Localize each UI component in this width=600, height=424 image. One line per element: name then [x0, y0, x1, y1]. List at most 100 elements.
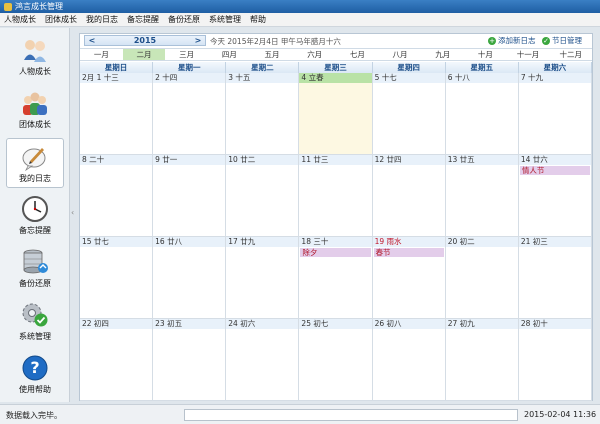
sidebar-item-my-diary[interactable]: 我的日志 [6, 138, 64, 188]
weekday-label: 星期二 [226, 62, 300, 73]
menu-bar: 人物成长 团体成长 我的日志 备忘提醒 备份还原 系统管理 帮助 [0, 13, 600, 27]
database-icon [20, 248, 50, 276]
month-tabs: 一月 二月 三月 四月 五月 六月 七月 八月 九月 十月 十一月 十二月 [80, 48, 592, 61]
weekday-label: 星期五 [445, 62, 519, 73]
day-cell[interactable]: 8 二十 [80, 155, 154, 237]
day-number: 24 初六 [226, 319, 299, 329]
help-icon: ? [20, 354, 50, 382]
day-number: 17 廿九 [226, 237, 299, 247]
sidebar-item-person-growth[interactable]: 人物成长 [6, 32, 64, 82]
holiday-manage-button[interactable]: ✓ 节日管理 [542, 35, 582, 46]
add-log-label: 添加新日志 [498, 36, 536, 45]
year-selector: < 2015 > [84, 35, 206, 46]
day-cell[interactable]: 2 十四 [153, 73, 227, 155]
year-value: 2015 [133, 36, 157, 45]
menu-system[interactable]: 系统管理 [209, 14, 241, 25]
day-cell[interactable]: 3 十五 [226, 73, 300, 155]
day-number: 9 廿一 [153, 155, 226, 165]
day-number: 5 十七 [372, 73, 445, 83]
month-tab[interactable]: 四月 [208, 49, 251, 60]
month-tab[interactable]: 二月 [122, 49, 166, 60]
day-cell[interactable]: 19 雨水 春节 [372, 237, 446, 319]
next-year-button[interactable]: > [191, 36, 205, 45]
day-number: 12 廿四 [372, 155, 445, 165]
day-number: 20 初二 [445, 237, 518, 247]
day-number: 11 廿三 [299, 155, 372, 165]
sidebar-item-help[interactable]: ? 使用帮助 [6, 350, 64, 400]
day-cell[interactable]: 28 初十 [518, 319, 592, 401]
day-cell[interactable]: 12 廿四 [372, 155, 446, 237]
menu-my-diary[interactable]: 我的日志 [86, 14, 118, 25]
day-cell[interactable]: 27 初九 [445, 319, 519, 401]
day-number: 10 廿二 [226, 155, 299, 165]
day-cell[interactable]: 7 十九 [518, 73, 592, 155]
day-cell[interactable]: 13 廿五 [445, 155, 519, 237]
day-cell[interactable]: 24 初六 [226, 319, 300, 401]
month-tab[interactable]: 十二月 [549, 49, 592, 60]
sidebar-item-system[interactable]: 系统管理 [6, 297, 64, 347]
menu-help[interactable]: 帮助 [250, 14, 266, 25]
day-number: 6 十八 [445, 73, 518, 83]
collapse-sidebar-handle[interactable]: ‹ [71, 208, 77, 220]
prev-year-button[interactable]: < [85, 36, 99, 45]
status-bar: 数据载入完毕。 2015-02-04 11:36 [0, 404, 600, 424]
day-number: 25 初七 [299, 319, 372, 329]
group-icon [20, 89, 50, 117]
weekday-header: 星期日 星期一 星期二 星期三 星期四 星期五 星期六 [80, 62, 592, 73]
day-number: 15 廿七 [80, 237, 153, 247]
calendar: < 2015 > 今天 2015年2月4日 甲午马年腊月十六 + 添加新日志 ✓… [79, 33, 593, 401]
menu-person-growth[interactable]: 人物成长 [4, 14, 36, 25]
menu-reminder[interactable]: 备忘提醒 [127, 14, 159, 25]
day-cell[interactable]: 21 初三 [518, 237, 592, 319]
month-tab[interactable]: 五月 [251, 49, 294, 60]
day-cell[interactable]: 23 初五 [153, 319, 227, 401]
add-log-button[interactable]: + 添加新日志 [488, 35, 536, 46]
day-number: 21 初三 [518, 237, 591, 247]
calendar-toolbar: < 2015 > 今天 2015年2月4日 甲午马年腊月十六 + 添加新日志 ✓… [80, 34, 592, 47]
day-cell[interactable]: 16 廿八 [153, 237, 227, 319]
day-cell[interactable]: 11 廿三 [299, 155, 373, 237]
day-number: 23 初五 [153, 319, 226, 329]
day-cell[interactable]: 5 十七 [372, 73, 446, 155]
status-progress-box [184, 409, 518, 421]
day-cell[interactable]: 14 廿六 情人节 [518, 155, 592, 237]
app-icon [4, 2, 12, 11]
day-cell[interactable]: 20 初二 [445, 237, 519, 319]
month-tab[interactable]: 一月 [80, 49, 123, 60]
sidebar-item-label: 人物成长 [19, 67, 51, 76]
month-tab[interactable]: 十一月 [507, 49, 550, 60]
day-cell[interactable]: 18 三十 除夕 [299, 237, 373, 319]
menu-backup[interactable]: 备份还原 [168, 14, 200, 25]
sidebar-item-group-growth[interactable]: 团体成长 [6, 85, 64, 135]
sidebar-item-backup[interactable]: 备份还原 [6, 244, 64, 294]
month-tab[interactable]: 三月 [165, 49, 208, 60]
diary-icon [20, 143, 50, 172]
sidebar-item-reminder[interactable]: 备忘提醒 [6, 191, 64, 241]
day-cell[interactable]: 6 十八 [445, 73, 519, 155]
menu-group-growth[interactable]: 团体成长 [45, 14, 77, 25]
day-number: 7 十九 [518, 73, 591, 83]
holiday-event[interactable]: 情人节 [519, 166, 590, 175]
month-tab[interactable]: 十月 [464, 49, 507, 60]
day-cell[interactable]: 10 廿二 [226, 155, 300, 237]
month-tab[interactable]: 九月 [421, 49, 464, 60]
month-tab[interactable]: 六月 [293, 49, 336, 60]
day-cell[interactable]: 22 初四 [80, 319, 154, 401]
today-label: 今天 2015年2月4日 甲午马年腊月十六 [210, 37, 341, 46]
holiday-event[interactable]: 除夕 [300, 248, 371, 257]
day-number: 8 二十 [80, 155, 153, 165]
day-cell[interactable]: 2月 1 十三 [80, 73, 154, 155]
holiday-event[interactable]: 春节 [373, 248, 444, 257]
window-title: 鸿言成长管理 [15, 2, 63, 11]
person-icon [20, 36, 50, 64]
day-cell[interactable]: 9 廿一 [153, 155, 227, 237]
day-cell[interactable]: 26 初八 [372, 319, 446, 401]
day-cell[interactable]: 25 初七 [299, 319, 373, 401]
sidebar-item-label: 备份还原 [19, 279, 51, 288]
month-tab[interactable]: 八月 [379, 49, 422, 60]
day-cell[interactable]: 17 廿九 [226, 237, 300, 319]
day-cell[interactable]: 15 廿七 [80, 237, 154, 319]
month-tab[interactable]: 七月 [336, 49, 379, 60]
day-number: 16 廿八 [153, 237, 226, 247]
day-cell[interactable]: 4 立春 [299, 73, 373, 155]
